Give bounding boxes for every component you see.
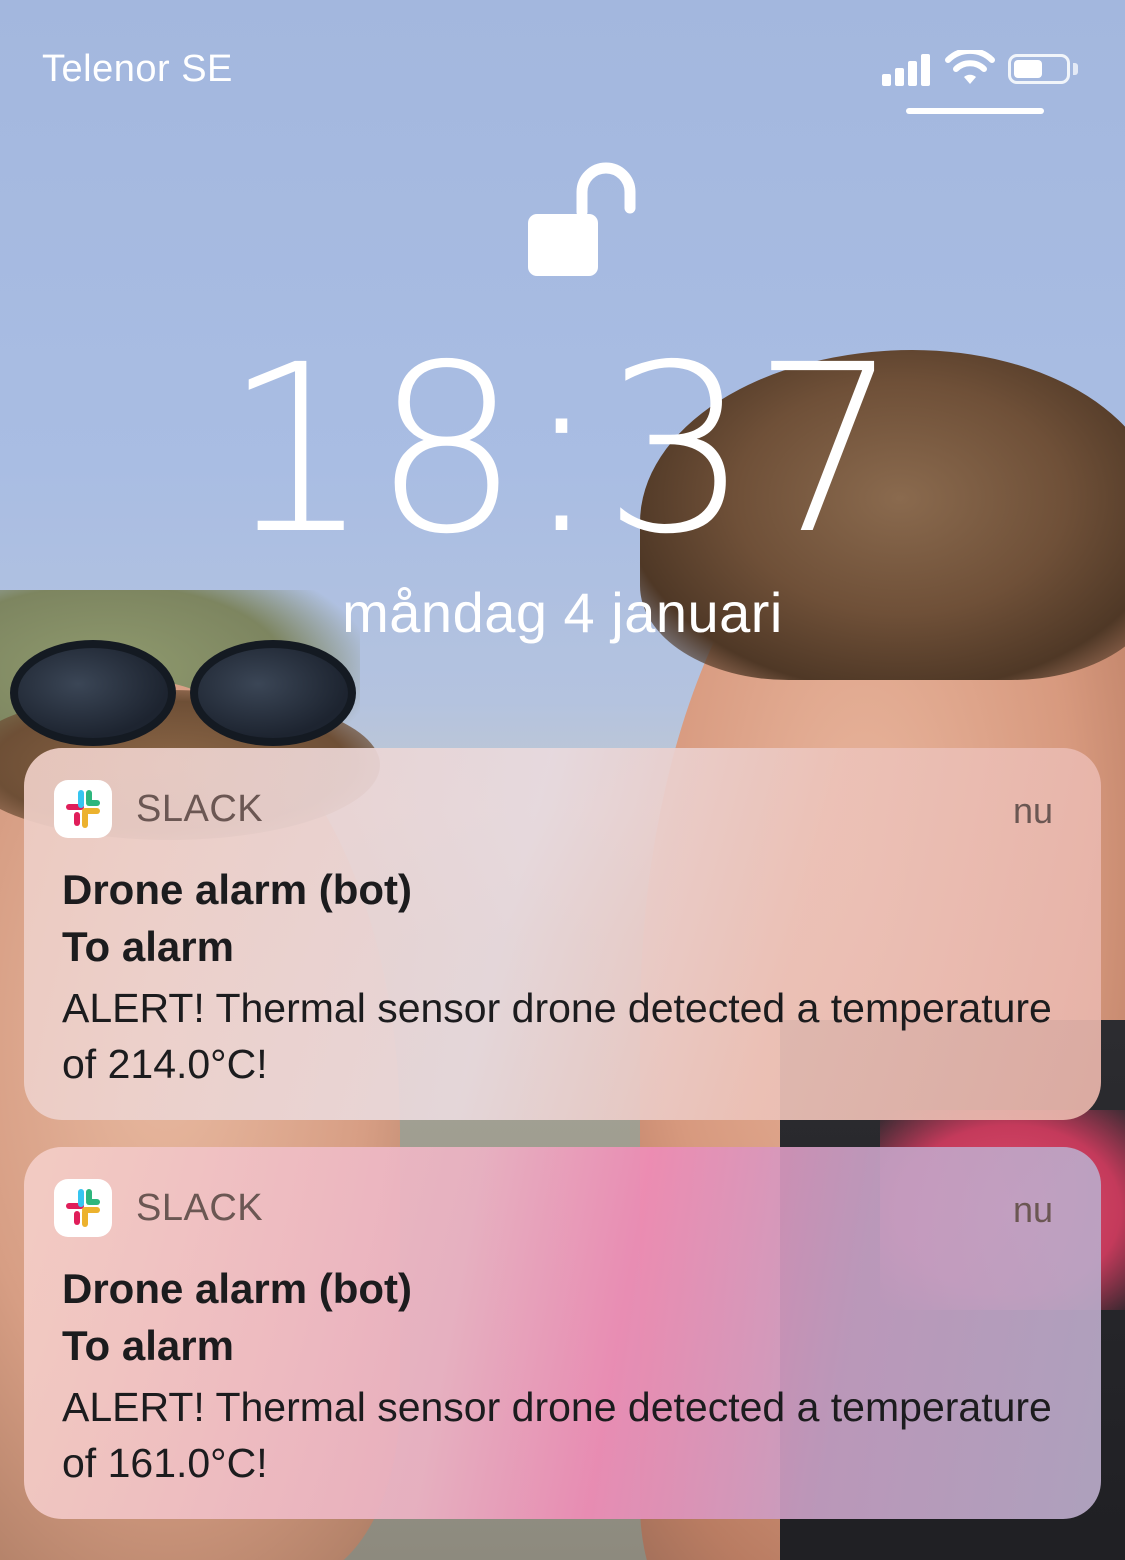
notification-sender: Drone alarm (bot) — [62, 1265, 413, 1312]
lock-screen-date: måndag 4 januari — [342, 581, 783, 644]
battery-icon — [1008, 54, 1070, 84]
notification-time: nu — [1012, 790, 1053, 831]
lock-screen: Telenor SE 18:37 måndag 4 januari SLACK … — [0, 0, 1125, 1560]
status-bar: Telenor SE — [0, 0, 1125, 130]
control-center-indicator[interactable] — [906, 108, 1044, 114]
battery-level — [1014, 60, 1042, 78]
cellular-signal-icon — [882, 54, 934, 86]
lock-screen-time: 18:37 — [223, 315, 902, 585]
notification-message: ALERT! Thermal sensor drone detected a t… — [62, 985, 1052, 1087]
notification-subject: To alarm — [62, 923, 234, 970]
notification-sender: Drone alarm (bot) — [62, 866, 413, 913]
app-name: SLACK — [136, 1187, 264, 1229]
slack-logo-icon — [54, 1179, 112, 1237]
notification-message: ALERT! Thermal sensor drone detected a t… — [62, 1384, 1052, 1486]
slack-logo-icon — [54, 780, 112, 838]
notification-subject: To alarm — [62, 1322, 234, 1369]
notification-card[interactable]: SLACK nu Drone alarm (bot) To alarm ALER… — [24, 1147, 1101, 1519]
carrier-name: Telenor SE — [42, 48, 233, 90]
unlocked-padlock-icon — [528, 162, 636, 276]
app-name: SLACK — [136, 788, 264, 830]
notification-card[interactable]: SLACK nu Drone alarm (bot) To alarm ALER… — [24, 748, 1101, 1120]
wifi-icon — [945, 50, 995, 84]
notification-time: nu — [1012, 1189, 1053, 1230]
